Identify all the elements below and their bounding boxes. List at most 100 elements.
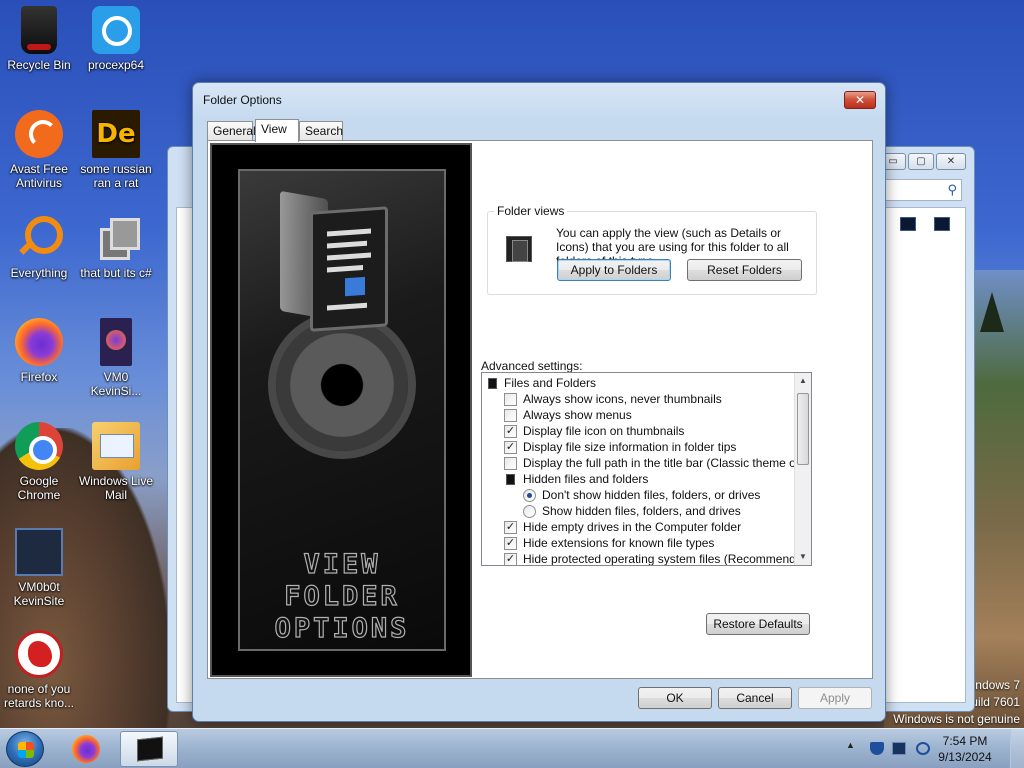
checkbox[interactable] <box>504 457 517 470</box>
watermark-os-name: ndows 7 <box>975 678 1020 692</box>
apply-button[interactable]: Apply <box>798 687 872 709</box>
list-item-label: Display file icon on thumbnails <box>523 424 685 438</box>
radio[interactable] <box>523 505 536 518</box>
restore-defaults-button[interactable]: Restore Defaults <box>706 613 810 635</box>
list-item-label: Display file size information in folder … <box>523 440 737 454</box>
maximize-button[interactable]: ▢ <box>908 153 934 170</box>
show-desktop-button[interactable] <box>1010 729 1024 768</box>
cancel-button[interactable]: Cancel <box>718 687 792 709</box>
preview-pane-icon[interactable] <box>934 217 950 231</box>
desktop-icon-label: that but its c# <box>80 266 152 280</box>
list-item-label: Hidden files and folders <box>523 472 649 486</box>
desktop-icon-chrome[interactable]: Google Chrome <box>1 422 77 502</box>
copy-icon <box>92 214 140 262</box>
desktop-icon-firefox[interactable]: Firefox <box>1 318 77 384</box>
list-item-label: Hide extensions for known file types <box>523 536 715 550</box>
dialog-title: Folder Options <box>203 93 282 107</box>
checkbox[interactable] <box>504 409 517 422</box>
show-hidden-icons-icon[interactable]: ▲ <box>846 740 860 753</box>
desktop-icon-label: some russian ran a rat <box>80 162 152 190</box>
view-icon[interactable] <box>900 217 916 231</box>
desktop-icon-label: Recycle Bin <box>7 58 71 72</box>
desktop-icon-label: none of you retards kno... <box>3 682 75 710</box>
folder-views-legend: Folder views <box>494 204 568 218</box>
document-icon <box>310 206 388 332</box>
checkbox-checked[interactable]: ✓ <box>504 553 517 565</box>
list-item-label: Always show icons, never thumbnails <box>523 392 722 406</box>
desktop-icon-csharp-copy[interactable]: that but its c# <box>78 214 154 280</box>
folder-options-icon <box>137 736 163 762</box>
desktop-icon-windows-live-mail[interactable]: Windows Live Mail <box>78 422 154 502</box>
desktop-icon-recycle-bin[interactable]: Recycle Bin <box>1 6 77 72</box>
search-input[interactable]: ⚲ <box>874 179 962 201</box>
desktop-icon-label: procexp64 <box>87 58 145 72</box>
avast-icon <box>15 110 63 158</box>
scrollbar-thumb[interactable] <box>797 393 809 465</box>
windows-live-mail-icon <box>92 422 140 470</box>
checkbox-checked[interactable]: ✓ <box>504 537 517 550</box>
radio-selected[interactable] <box>523 489 536 502</box>
network-icon[interactable] <box>892 742 906 755</box>
everything-search-icon <box>15 214 63 262</box>
start-button[interactable] <box>6 731 44 767</box>
list-item-label: Hide protected operating system files (R… <box>523 552 812 566</box>
desktop-icon-de-app[interactable]: De some russian ran a rat <box>78 110 154 190</box>
apply-to-folders-button[interactable]: Apply to Folders <box>557 259 671 281</box>
artwork-caption-line: OPTIONS <box>274 612 410 644</box>
scrollbar[interactable]: ▲ ▼ <box>794 373 811 565</box>
taskbar-firefox[interactable] <box>58 731 116 767</box>
view-folder-options-artwork: VIEW FOLDER OPTIONS <box>210 143 472 677</box>
firefox-icon <box>72 735 100 763</box>
list-item-label: Show hidden files, folders, and drives <box>542 504 741 518</box>
list-item-label: Always show menus <box>523 408 632 422</box>
wallpaper-tree <box>980 292 1004 332</box>
artwork-caption-line: FOLDER <box>284 580 400 612</box>
chrome-icon <box>15 422 63 470</box>
taskbar: ▲ 7:54 PM 9/13/2024 <box>0 728 1024 768</box>
artwork-caption-line: VIEW <box>303 548 381 580</box>
close-button[interactable]: ✕ <box>936 153 966 170</box>
desktop-icon-label: VM0b0t KevinSite <box>13 580 65 608</box>
ok-button[interactable]: OK <box>638 687 712 709</box>
folder-options-dialog: Folder Options ✕ General View Search VIE… <box>192 82 886 722</box>
tab-view[interactable]: View <box>255 119 299 142</box>
taskbar-folder-options[interactable] <box>120 731 178 767</box>
close-button[interactable]: ✕ <box>844 91 876 109</box>
checkbox-checked[interactable]: ✓ <box>504 521 517 534</box>
volume-icon[interactable] <box>916 742 930 755</box>
view-tab-panel: VIEW FOLDER OPTIONS Folder views You can… <box>207 140 873 679</box>
checkbox-checked[interactable]: ✓ <box>504 425 517 438</box>
scroll-down-arrow-icon[interactable]: ▼ <box>795 549 811 565</box>
desktop-icon-avast[interactable]: Avast Free Antivirus <box>1 110 77 190</box>
desktop-icon-label: Avast Free Antivirus <box>10 162 68 190</box>
folder-view-icon <box>506 236 532 262</box>
desktop-icon-everything[interactable]: Everything <box>1 214 77 280</box>
shield-icon[interactable] <box>870 742 884 755</box>
process-explorer-icon <box>92 6 140 54</box>
checkbox[interactable] <box>504 393 517 406</box>
system-clock[interactable]: 7:54 PM 9/13/2024 <box>930 733 1000 765</box>
de-app-icon: De <box>92 110 140 158</box>
gear-icon <box>276 319 408 451</box>
list-item-label: Display the full path in the title bar (… <box>523 456 812 470</box>
folder-views-group: Folder views You can apply the view (suc… <box>487 204 817 295</box>
desktop-icon-dragon[interactable]: none of you retards kno... <box>1 630 77 710</box>
desktop-icon-vm0-kevinsite[interactable]: VM0 KevinSi... <box>78 318 154 398</box>
watermark-not-genuine: Windows is not genuine <box>893 712 1020 726</box>
list-item-label: Files and Folders <box>504 376 597 390</box>
folder-icon <box>488 378 497 389</box>
desktop-icon-vm0b0t[interactable]: VM0b0t KevinSite <box>1 528 77 608</box>
desktop-icon-label: VM0 KevinSi... <box>90 370 142 398</box>
recycle-bin-icon <box>21 6 57 54</box>
scroll-up-arrow-icon[interactable]: ▲ <box>795 373 811 389</box>
desktop-icon-procexp64[interactable]: procexp64 <box>78 6 154 72</box>
advanced-settings-list[interactable]: Files and Folders Always show icons, nev… <box>481 372 812 566</box>
reset-folders-button[interactable]: Reset Folders <box>687 259 802 281</box>
tab-general[interactable]: General <box>207 121 256 141</box>
clock-date: 9/13/2024 <box>938 750 992 764</box>
tab-search[interactable]: Search <box>299 121 343 141</box>
list-item-label: Hide empty drives in the Computer folder <box>523 520 742 534</box>
checkbox-checked[interactable]: ✓ <box>504 441 517 454</box>
advanced-settings-label: Advanced settings: <box>481 359 583 373</box>
desktop-icon-label: Windows Live Mail <box>78 474 154 502</box>
